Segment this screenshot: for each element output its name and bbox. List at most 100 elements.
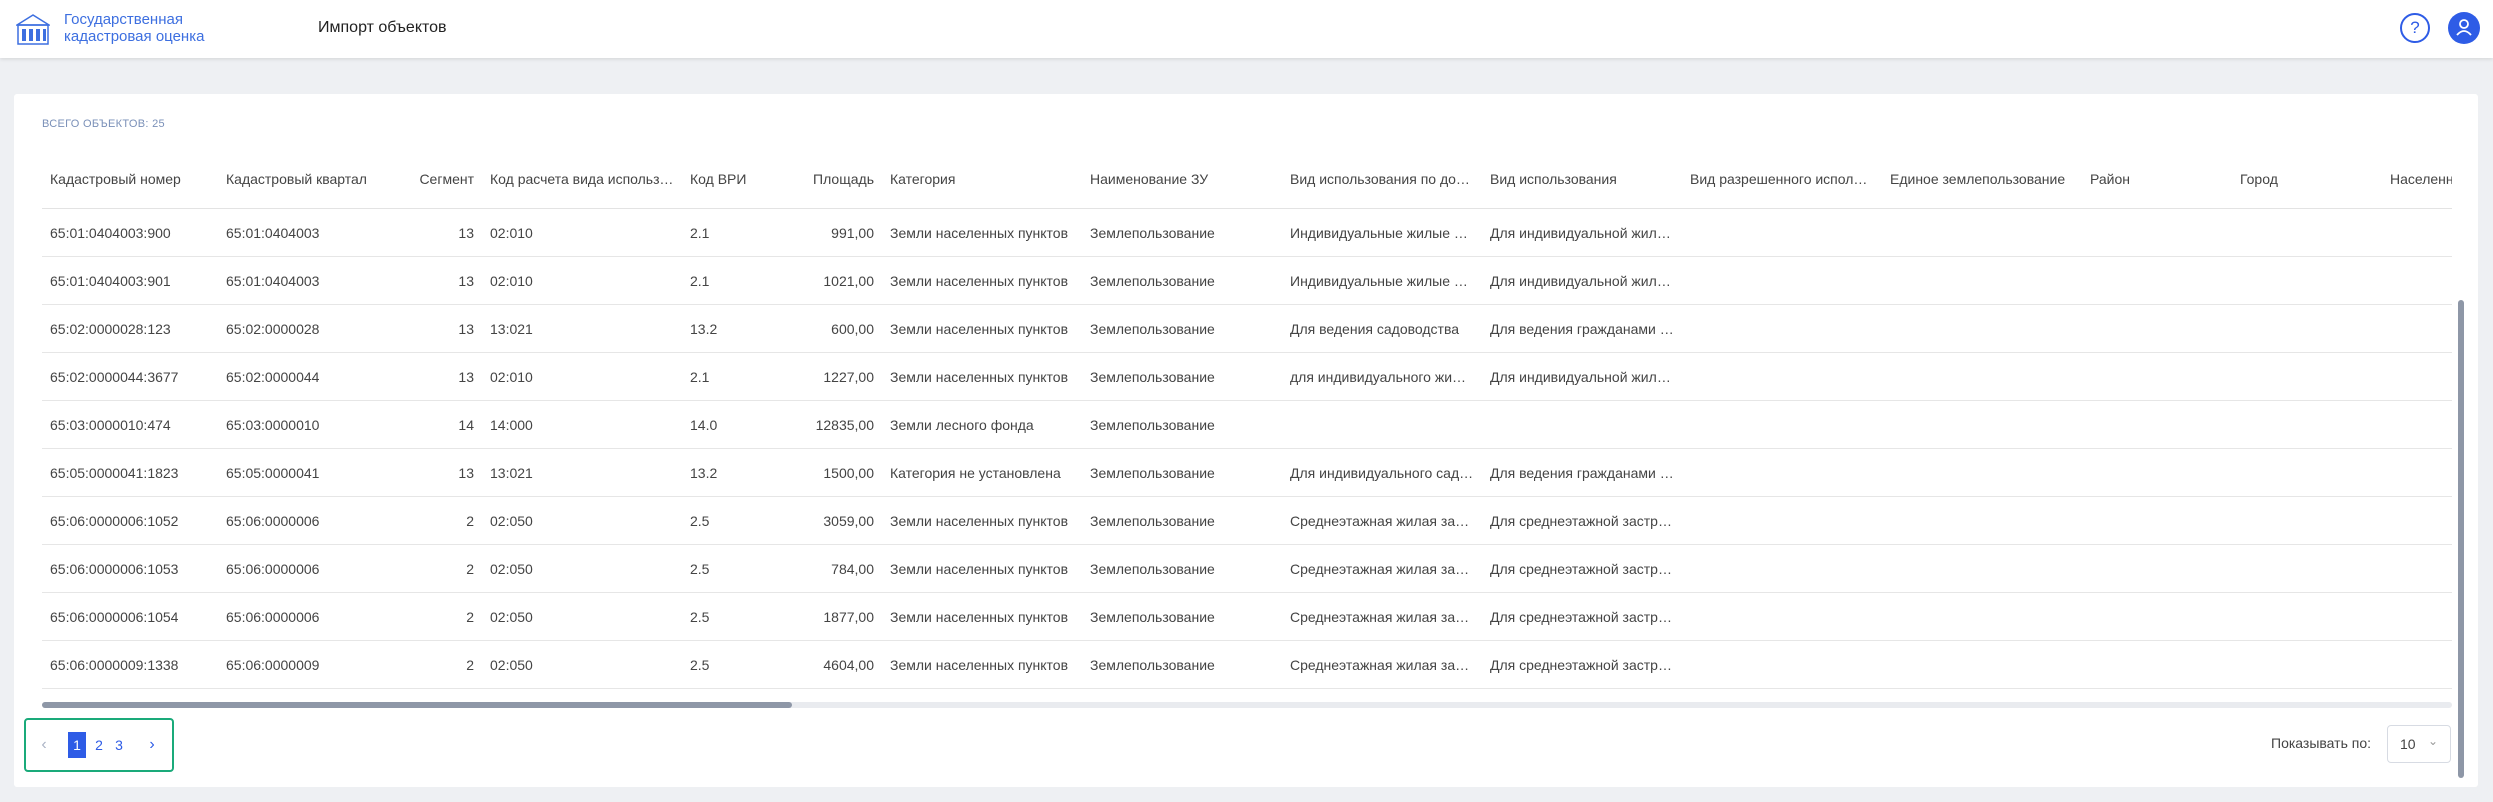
- table-cell: Среднеэтажная жилая застройка: [1282, 544, 1482, 593]
- table-cell: Землепользование: [1082, 496, 1282, 545]
- table-cell: [2232, 400, 2382, 449]
- table-cell: [1882, 400, 2082, 449]
- pagination: ‹ 1 2 3 ›: [24, 718, 174, 772]
- table-cell: 12835,00: [782, 400, 882, 449]
- table-row[interactable]: 65:01:0404003:900 65:01:0404003 13 02:010 2.…: [42, 208, 2452, 257]
- table-row[interactable]: 65:06:0000006:1053 65:06:0000006 2 02:050 2.…: [42, 544, 2452, 593]
- table-cell: [2082, 208, 2232, 257]
- table-cell: 13.2: [682, 304, 782, 353]
- table-cell: 784,00: [782, 544, 882, 593]
- brand-line-2: кадастровая оценка: [64, 28, 205, 45]
- column-header[interactable]: Вид использования: [1482, 150, 1682, 209]
- table-cell: 02:050: [482, 640, 682, 689]
- table-cell: Землепользование: [1082, 592, 1282, 641]
- table-cell: Земли населенных пунктов: [882, 544, 1082, 593]
- table-cell: [2082, 256, 2232, 305]
- table-cell: 65:02:0000044: [218, 352, 394, 401]
- table-cell: 1227,00: [782, 352, 882, 401]
- table-cell: 65:01:0404003: [218, 208, 394, 257]
- table-row[interactable]: 65:02:0000028:123 65:02:0000028 13 13:021 13…: [42, 304, 2452, 353]
- column-header[interactable]: Кадастровый номер: [42, 150, 218, 209]
- column-header[interactable]: Сегмент: [394, 150, 482, 209]
- table-cell: [1882, 256, 2082, 305]
- column-header[interactable]: Населенный пункт: [2382, 150, 2452, 209]
- table-cell: Для среднеэтажной застройки: [1482, 544, 1682, 593]
- table-cell: Для ведения гражданами садоводства: [1482, 448, 1682, 497]
- table-cell: 4604,00: [782, 640, 882, 689]
- user-button[interactable]: [2448, 12, 2480, 44]
- table-row[interactable]: 65:02:0000044:3677 65:02:0000044 13 02:010 2…: [42, 352, 2452, 401]
- column-header[interactable]: Категория: [882, 150, 1082, 209]
- table-cell: 600,00: [782, 304, 882, 353]
- table-cell: 65:05:0000041:1823: [42, 448, 218, 497]
- column-header[interactable]: Город: [2232, 150, 2382, 209]
- page-button-3[interactable]: 3: [112, 732, 126, 758]
- horizontal-scrollbar-thumb[interactable]: [42, 702, 792, 708]
- table-cell: Для индивидуальной жилой застройки: [1482, 256, 1682, 305]
- page-size-label: Показывать по:: [2271, 735, 2372, 751]
- table-cell: Для среднеэтажной застройки: [1482, 496, 1682, 545]
- table-cell: 13: [394, 448, 482, 497]
- table-cell: 65:01:0404003: [218, 256, 394, 305]
- table-cell: [1682, 352, 1882, 401]
- table-cell: Среднеэтажная жилая застройка: [1282, 496, 1482, 545]
- column-header[interactable]: Площадь: [782, 150, 882, 209]
- table-cell: [2232, 304, 2382, 353]
- table-cell: [2082, 448, 2232, 497]
- table-body: 65:01:0404003:900 65:01:0404003 13 02:010 2.…: [42, 208, 2452, 689]
- table-cell: Земли лесного фонда: [882, 400, 1082, 449]
- column-header[interactable]: Вид разрешенного использования: [1682, 150, 1882, 209]
- table-cell: [2232, 208, 2382, 257]
- table-cell: [1682, 208, 1882, 257]
- table-row[interactable]: 65:05:0000041:1823 65:05:0000041 13 13:021 1…: [42, 448, 2452, 497]
- table-cell: [1882, 352, 2082, 401]
- column-header[interactable]: Наименование ЗУ: [1082, 150, 1282, 209]
- table-cell: 65:03:0000010: [218, 400, 394, 449]
- building-logo-icon[interactable]: [16, 12, 50, 46]
- table-row[interactable]: 65:03:0000010:474 65:03:0000010 14 14:000 14…: [42, 400, 2452, 449]
- vertical-scrollbar[interactable]: [2458, 300, 2464, 778]
- column-header[interactable]: Район: [2082, 150, 2232, 209]
- brand-name[interactable]: Государственная кадастровая оценка: [64, 11, 204, 45]
- table-row[interactable]: 65:01:0404003:901 65:01:0404003 13 02:010 2.…: [42, 256, 2452, 305]
- table-cell: [2382, 400, 2452, 449]
- column-header[interactable]: Код расчета вида использования: [482, 150, 682, 209]
- table-cell: 65:02:0000028: [218, 304, 394, 353]
- page-button-1[interactable]: 1: [68, 732, 86, 758]
- chevron-right-icon[interactable]: ›: [144, 732, 160, 758]
- table-cell: 14: [394, 400, 482, 449]
- column-header[interactable]: Вид использования по документу: [1282, 150, 1482, 209]
- table-cell: [2082, 592, 2232, 641]
- table-cell: [2082, 640, 2232, 689]
- table-cell: [2382, 352, 2452, 401]
- table-cell: Для индивидуальной жилой застройки: [1482, 352, 1682, 401]
- chevron-left-icon[interactable]: ‹: [36, 732, 52, 758]
- table-cell: 2.5: [682, 640, 782, 689]
- column-header[interactable]: Кадастровый квартал: [218, 150, 394, 209]
- table-row[interactable]: 65:06:0000009:1338 65:06:0000009 2 02:050 2.…: [42, 640, 2452, 689]
- table-cell: 2.1: [682, 208, 782, 257]
- table-cell: Землепользование: [1082, 640, 1282, 689]
- page-button-2[interactable]: 2: [92, 732, 106, 758]
- page-size-select[interactable]: 10 ⌄: [2387, 725, 2451, 763]
- objects-table-container: Кадастровый номер Кадастровый квартал Сегм…: [42, 150, 2452, 690]
- table-cell: Землепользование: [1082, 448, 1282, 497]
- table-cell: 3059,00: [782, 496, 882, 545]
- column-header[interactable]: Единое землепользование: [1882, 150, 2082, 209]
- table-cell: [2232, 256, 2382, 305]
- table-cell: 13.2: [682, 448, 782, 497]
- table-cell: [2232, 544, 2382, 593]
- table-row[interactable]: 65:06:0000006:1054 65:06:0000006 2 02:050 2.…: [42, 592, 2452, 641]
- total-objects-count: ВСЕГО ОБЪЕКТОВ: 25: [42, 118, 165, 130]
- table-cell: Землепользование: [1082, 352, 1282, 401]
- table-cell: [2232, 640, 2382, 689]
- help-button[interactable]: ?: [2400, 13, 2430, 43]
- table-cell: 13: [394, 208, 482, 257]
- table-cell: 1500,00: [782, 448, 882, 497]
- column-header[interactable]: Код ВРИ: [682, 150, 782, 209]
- table-cell: 1021,00: [782, 256, 882, 305]
- table-cell: [1682, 400, 1882, 449]
- table-row[interactable]: 65:06:0000006:1052 65:06:0000006 2 02:050 2.…: [42, 496, 2452, 545]
- table-cell: Землепользование: [1082, 208, 1282, 257]
- table-cell: Земли населенных пунктов: [882, 496, 1082, 545]
